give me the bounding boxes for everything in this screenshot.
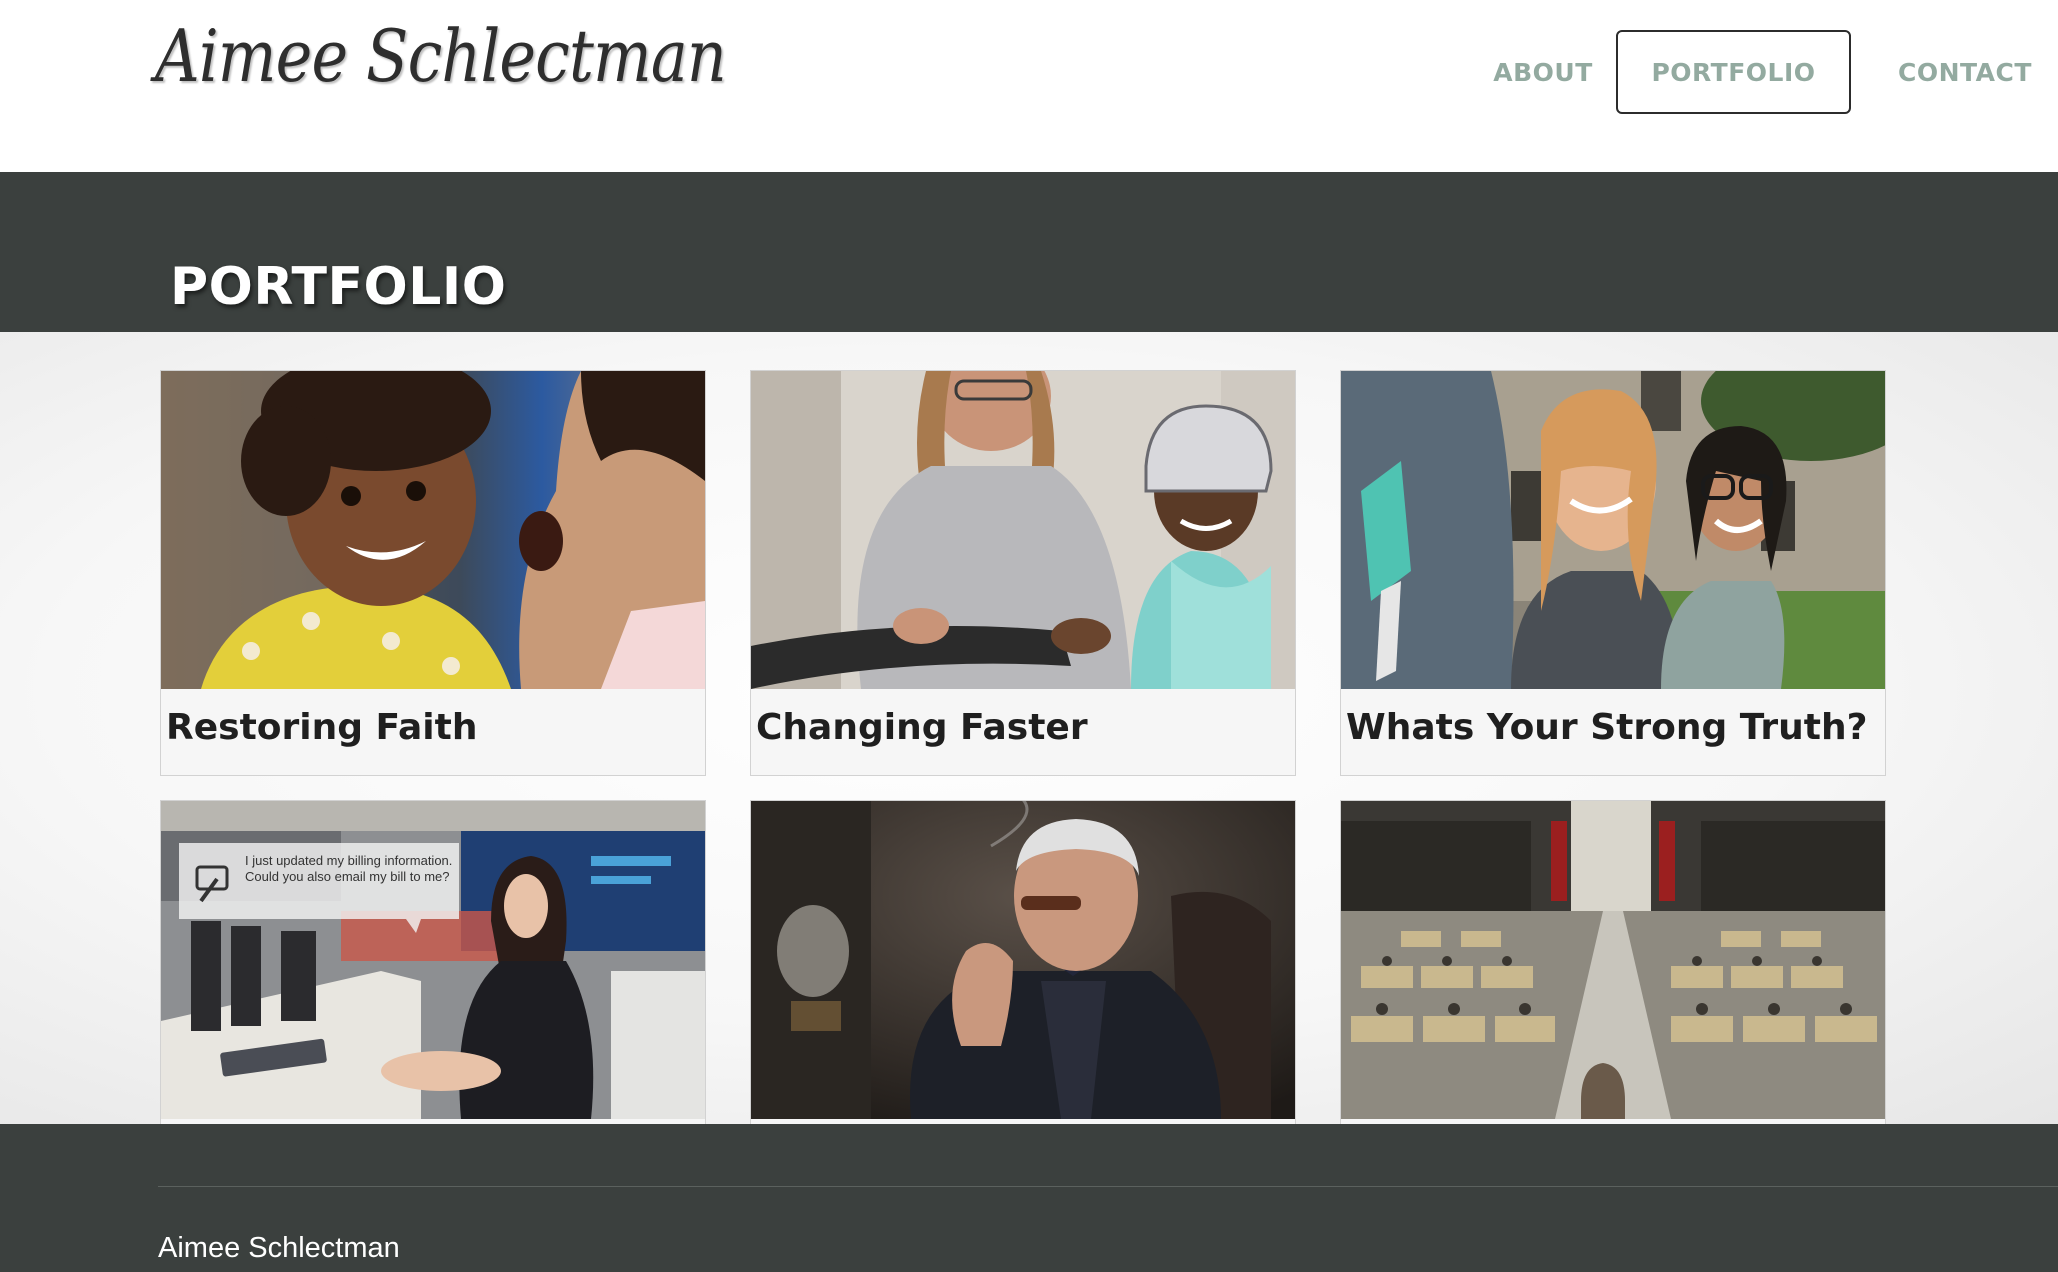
portfolio-card-title[interactable]: Changing Faster (756, 707, 1088, 748)
two-women-laughing-outdoors-photo[interactable] (1341, 371, 1885, 689)
portfolio-card-changing-faster[interactable]: Changing Faster (750, 370, 1296, 776)
portfolio-card-4[interactable]: I just updated my billing information. C… (160, 800, 706, 1124)
nav-about-link[interactable]: ABOUT (1468, 30, 1618, 114)
nav-portfolio-link[interactable]: PORTFOLIO (1616, 30, 1851, 114)
nav-contact-link[interactable]: CONTACT (1882, 30, 2058, 114)
footer-divider (158, 1186, 2058, 1187)
portfolio-card-title[interactable]: Restoring Faith (166, 707, 477, 748)
portfolio-card-restoring-faith[interactable]: Restoring Faith (160, 370, 706, 776)
portfolio-card-5[interactable] (750, 800, 1296, 1124)
portfolio-card-title[interactable]: Whats Your Strong Truth? (1346, 707, 1867, 748)
portfolio-grid: Restoring Faith Changing Faster Whats Yo… (0, 332, 2058, 1124)
page-title-band: PORTFOLIO (0, 172, 2058, 332)
man-smoking-cigar-photo[interactable] (751, 801, 1295, 1119)
page-title: PORTFOLIO (170, 256, 507, 317)
speech-bubble-text: I just updated my billing information. C… (245, 853, 453, 884)
portfolio-card-strong-truth[interactable]: Whats Your Strong Truth? (1340, 370, 1886, 776)
large-hall-with-desks-photo[interactable] (1341, 801, 1885, 1119)
footer-site-name: Aimee Schlectman (158, 1232, 400, 1264)
site-footer: Aimee Schlectman (0, 1124, 2058, 1272)
child-and-woman-smiling-photo[interactable] (161, 371, 705, 689)
boy-in-helmet-with-woman-photo[interactable] (751, 371, 1295, 689)
site-header: Aimee Schlectman ABOUT PORTFOLIO CONTACT (0, 0, 2058, 172)
site-logo[interactable]: Aimee Schlectman (155, 14, 727, 98)
portfolio-card-6[interactable] (1340, 800, 1886, 1124)
woman-at-desk-with-phone-photo[interactable]: I just updated my billing information. C… (161, 801, 705, 1119)
